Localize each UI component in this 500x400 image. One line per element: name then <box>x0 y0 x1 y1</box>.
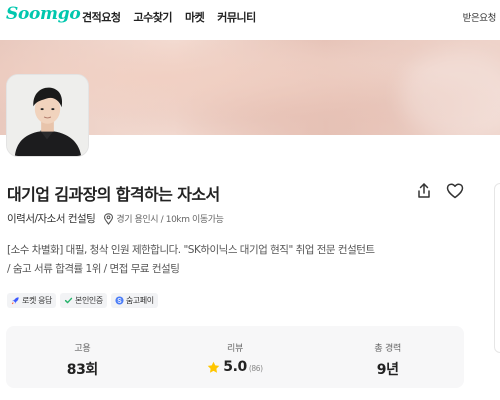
stat-review-value-row: 5.0 (86) <box>207 359 263 375</box>
profile-stats: 고용 83회 리뷰 5.0 (86) 총 경력 9년 <box>6 326 464 388</box>
location-icon <box>104 212 114 225</box>
badge-identity-verified: 본인인증 <box>59 293 107 308</box>
nav-market[interactable]: 마켓 <box>185 9 205 25</box>
service-location: 경기 용인시 / 10km 이동가능 <box>116 215 224 225</box>
stat-career-label: 총 경력 <box>374 344 401 354</box>
profile-description: [소수 차별화] 대필, 청삭 인원 제한합니다. "SK하이닉스 대기업 현직… <box>7 241 447 279</box>
badge-label: 본인인증 <box>74 296 103 305</box>
profile-meta: 이력서/자소서 컨설팅 경기 용인시 / 10km 이동가능 <box>7 211 224 226</box>
description-line: [소수 차별화] 대필, 청삭 인원 제한합니다. "SK하이닉스 대기업 현직… <box>7 244 375 256</box>
avatar-photo <box>7 75 88 156</box>
nav-find-pro[interactable]: 고수찾기 <box>133 9 172 25</box>
nav-request-quote[interactable]: 견적요청 <box>82 9 121 25</box>
rocket-icon <box>11 297 19 305</box>
badge-list: 로켓 응답 본인인증 숨고페이 <box>7 293 158 308</box>
soomgo-logo[interactable]: Soomgo <box>6 4 81 24</box>
heart-icon <box>446 183 464 199</box>
main-nav: 견적요청 고수찾기 마켓 커뮤니티 <box>82 9 256 25</box>
stat-review-label: 리뷰 <box>227 344 243 354</box>
service-category: 이력서/자소서 컨설팅 <box>7 213 96 225</box>
soomgo-pay-icon <box>115 296 124 305</box>
received-requests-link[interactable]: 받은요청 <box>463 10 497 24</box>
stat-review[interactable]: 리뷰 5.0 (86) <box>159 326 312 388</box>
nav-community[interactable]: 커뮤니티 <box>217 9 256 25</box>
description-line: / 숨고 서류 합격률 1위 / 면접 무료 컨설팅 <box>7 263 180 275</box>
stat-career: 총 경력 9년 <box>311 326 464 388</box>
side-panel-card <box>494 183 500 353</box>
profile-title: 대기업 김과장의 합격하는 자소서 <box>7 185 220 204</box>
stat-hire-label: 고용 <box>74 344 91 354</box>
star-icon <box>208 361 220 373</box>
badge-label: 로켓 응답 <box>22 296 52 305</box>
badge-label: 숨고페이 <box>125 296 154 305</box>
share-button[interactable] <box>414 181 434 201</box>
profile-avatar <box>6 74 89 157</box>
badge-soomgo-pay: 숨고페이 <box>110 293 158 308</box>
stat-review-count: (86) <box>248 363 263 373</box>
stat-hire-value: 83회 <box>66 362 99 378</box>
share-icon <box>418 183 430 198</box>
stat-hire: 고용 83회 <box>6 326 159 388</box>
top-navigation-bar: Soomgo 견적요청 고수찾기 마켓 커뮤니티 받은요청 <box>0 0 500 34</box>
check-icon <box>64 297 73 304</box>
stat-career-value: 9년 <box>376 362 399 378</box>
badge-rocket-response: 로켓 응답 <box>7 293 56 308</box>
stat-review-score: 5.0 <box>223 359 247 375</box>
favorite-button[interactable] <box>445 181 465 201</box>
